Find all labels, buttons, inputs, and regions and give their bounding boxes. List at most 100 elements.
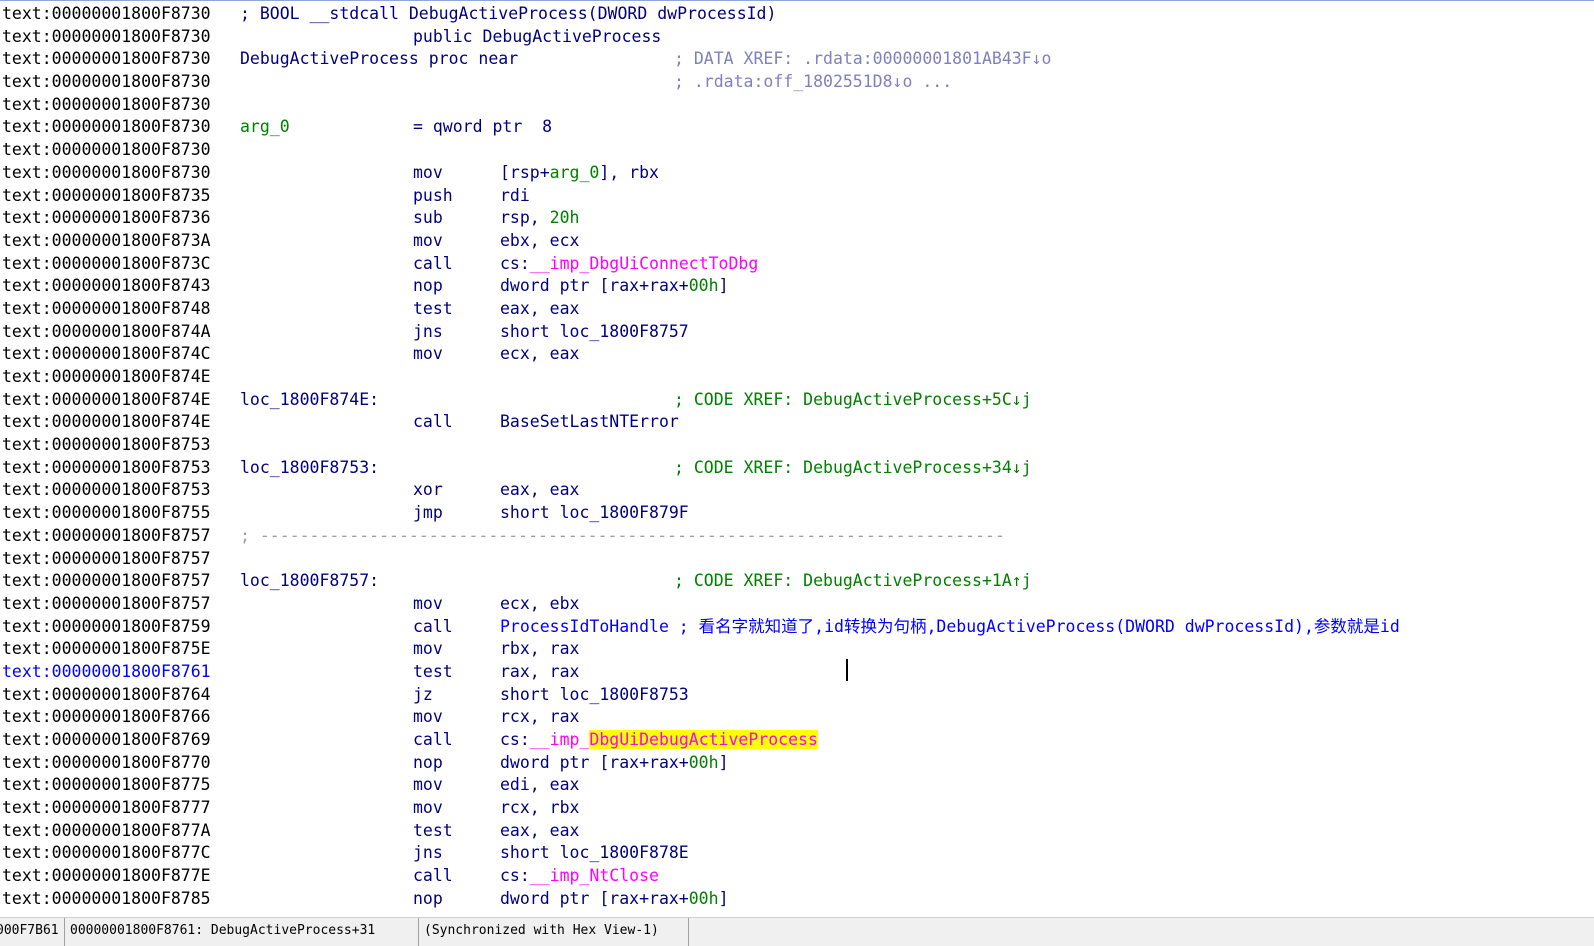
listing-line[interactable]: text:00000001800F8730 DebugActiveProcess … (0, 48, 1594, 71)
line-address[interactable]: text:00000001800F8769 (2, 729, 211, 752)
code-label[interactable]: loc_1800F8753: (240, 457, 379, 480)
data-xref-comment[interactable]: ; .rdata:off_1802551D8↓o ... (674, 71, 952, 94)
line-address[interactable]: text:00000001800F8748 (2, 298, 211, 321)
instruction-mnemonic[interactable]: call (413, 729, 453, 752)
listing-line[interactable]: text:00000001800F8757 (0, 548, 1594, 571)
code-xref-comment[interactable]: ; CODE XREF: DebugActiveProcess+5C↓j (674, 389, 1032, 412)
line-address[interactable]: text:00000001800F874E (2, 366, 211, 389)
code-label[interactable]: loc_1800F874E: (240, 389, 379, 412)
listing-line[interactable]: text:00000001800F8730 (0, 94, 1594, 117)
listing-line[interactable]: text:00000001800F873C call cs:__imp_DbgUiC… (0, 253, 1594, 276)
line-address[interactable]: text:00000001800F8730 (2, 94, 211, 117)
instruction-operands[interactable]: [rsp+arg_0], rbx (500, 162, 659, 185)
line-address[interactable]: text:00000001800F874E (2, 411, 211, 434)
listing-line[interactable]: text:00000001800F8757 ; -----------------… (0, 525, 1594, 548)
line-address[interactable]: text:00000001800F8759 (2, 616, 211, 639)
instruction-mnemonic[interactable]: jmp (413, 502, 443, 525)
instruction-operands[interactable]: ProcessIdToHandle ; 看名字就知道了,id转换为句柄,Debu… (500, 616, 1400, 639)
instruction-mnemonic[interactable]: call (413, 616, 453, 639)
listing-line[interactable]: text:00000001800F874E (0, 366, 1594, 389)
instruction-mnemonic[interactable]: xor (413, 479, 443, 502)
listing-line[interactable]: text:00000001800F8730 public DebugActiveP… (0, 26, 1594, 49)
instruction-mnemonic[interactable]: mov (413, 162, 443, 185)
line-address[interactable]: text:00000001800F874E (2, 389, 211, 412)
line-address[interactable]: text:00000001800F8757 (2, 548, 211, 571)
operand-token[interactable]: __imp_NtClose (530, 866, 659, 885)
listing-line[interactable]: text:00000001800F8759 call ProcessIdToHand… (0, 616, 1594, 639)
listing-line[interactable]: text:00000001800F8748 test eax, eax (0, 298, 1594, 321)
listing-line[interactable]: text:00000001800F8730 ; .rdata:off_180255… (0, 71, 1594, 94)
instruction-mnemonic[interactable]: = qword ptr 8 (413, 116, 552, 139)
line-address[interactable]: text:00000001800F8743 (2, 275, 211, 298)
listing-line[interactable]: text:00000001800F8753 xor eax, eax (0, 479, 1594, 502)
line-address[interactable]: text:00000001800F877C (2, 842, 211, 865)
line-address[interactable]: text:00000001800F8730 (2, 139, 211, 162)
line-address[interactable]: text:00000001800F8785 (2, 888, 211, 911)
instruction-mnemonic[interactable]: test (413, 661, 453, 684)
instruction-mnemonic[interactable]: call (413, 411, 453, 434)
line-address[interactable]: text:00000001800F8730 (2, 3, 211, 26)
line-address[interactable]: text:00000001800F8730 (2, 48, 211, 71)
instruction-operands[interactable]: short loc_1800F879F (500, 502, 689, 525)
listing-line[interactable]: text:00000001800F8730 (0, 139, 1594, 162)
line-address[interactable]: text:00000001800F8735 (2, 185, 211, 208)
listing-line[interactable]: text:00000001800F877C jns short loc_1800F8… (0, 842, 1594, 865)
line-address[interactable]: text:00000001800F875E (2, 638, 211, 661)
line-address[interactable]: text:00000001800F8770 (2, 752, 211, 775)
instruction-mnemonic[interactable]: nop (413, 752, 443, 775)
line-address[interactable]: text:00000001800F874C (2, 343, 211, 366)
instruction-mnemonic[interactable]: mov (413, 706, 443, 729)
instruction-operands[interactable]: rsp, 20h (500, 207, 579, 230)
instruction-mnemonic[interactable]: jns (413, 321, 443, 344)
line-address[interactable]: text:00000001800F8730 (2, 71, 211, 94)
line-address[interactable]: text:00000001800F8736 (2, 207, 211, 230)
listing-line[interactable]: text:00000001800F873A mov ebx, ecx (0, 230, 1594, 253)
instruction-mnemonic[interactable]: test (413, 820, 453, 843)
line-address[interactable]: text:00000001800F8761 (2, 661, 211, 684)
instruction-mnemonic[interactable]: mov (413, 638, 443, 661)
line-address[interactable]: text:00000001800F877E (2, 865, 211, 888)
instruction-operands[interactable]: eax, eax (500, 820, 579, 843)
listing-line[interactable]: text:00000001800F8777 mov rcx, rbx (0, 797, 1594, 820)
listing-line[interactable]: text:00000001800F8770 nop dword ptr [rax+r… (0, 752, 1594, 775)
instruction-mnemonic[interactable]: test (413, 298, 453, 321)
listing-line[interactable]: text:00000001800F8766 mov rcx, rax (0, 706, 1594, 729)
disassembly-listing[interactable]: text:00000001800F8730 ; BOOL __stdcall De… (0, 3, 1594, 915)
line-address[interactable]: text:00000001800F8775 (2, 774, 211, 797)
instruction-mnemonic[interactable]: public DebugActiveProcess (413, 26, 661, 49)
listing-line[interactable]: text:00000001800F8753 loc_1800F8753: ; COD… (0, 457, 1594, 480)
operand-token[interactable]: DbgUiDebugActiveProcess (589, 730, 818, 749)
line-address[interactable]: text:00000001800F8777 (2, 797, 211, 820)
listing-line[interactable]: text:00000001800F8736 sub rsp, 20h (0, 207, 1594, 230)
instruction-mnemonic[interactable]: push (413, 185, 453, 208)
line-address[interactable]: text:00000001800F8730 (2, 162, 211, 185)
instruction-operands[interactable]: edi, eax (500, 774, 579, 797)
instruction-operands[interactable]: ecx, eax (500, 343, 579, 366)
listing-line[interactable]: text:00000001800F874E call BaseSetLastNTEr… (0, 411, 1594, 434)
line-address[interactable]: text:00000001800F8757 (2, 525, 211, 548)
instruction-operands[interactable]: cs:__imp_DbgUiConnectToDbg (500, 253, 758, 276)
line-address[interactable]: text:00000001800F8753 (2, 457, 211, 480)
code-label[interactable]: loc_1800F8757: (240, 570, 379, 593)
instruction-operands[interactable]: short loc_1800F878E (500, 842, 689, 865)
instruction-operands[interactable]: cs:__imp_NtClose (500, 865, 659, 888)
instruction-operands[interactable]: eax, eax (500, 298, 579, 321)
instruction-mnemonic[interactable]: mov (413, 797, 443, 820)
listing-line[interactable]: text:00000001800F877E call cs:__imp_NtClos… (0, 865, 1594, 888)
instruction-mnemonic[interactable]: mov (413, 593, 443, 616)
instruction-operands[interactable]: rbx, rax (500, 638, 579, 661)
instruction-operands[interactable]: rax, rax (500, 661, 579, 684)
listing-line[interactable]: text:00000001800F8775 mov edi, eax (0, 774, 1594, 797)
instruction-operands[interactable]: dword ptr [rax+rax+00h] (500, 888, 729, 911)
line-address[interactable]: text:00000001800F8766 (2, 706, 211, 729)
instruction-mnemonic[interactable]: mov (413, 230, 443, 253)
code-label[interactable]: DebugActiveProcess proc near (240, 48, 518, 71)
code-label[interactable]: arg_0 (240, 116, 290, 139)
instruction-mnemonic[interactable]: nop (413, 275, 443, 298)
operand-token[interactable]: __imp_ (530, 730, 590, 749)
instruction-mnemonic[interactable]: mov (413, 774, 443, 797)
listing-line[interactable]: text:00000001800F8785 nop dword ptr [rax+r… (0, 888, 1594, 911)
data-xref-comment[interactable]: ; DATA XREF: .rdata:00000001801AB43F↓o (674, 48, 1052, 71)
instruction-mnemonic[interactable]: call (413, 865, 453, 888)
line-address[interactable]: text:00000001800F8755 (2, 502, 211, 525)
